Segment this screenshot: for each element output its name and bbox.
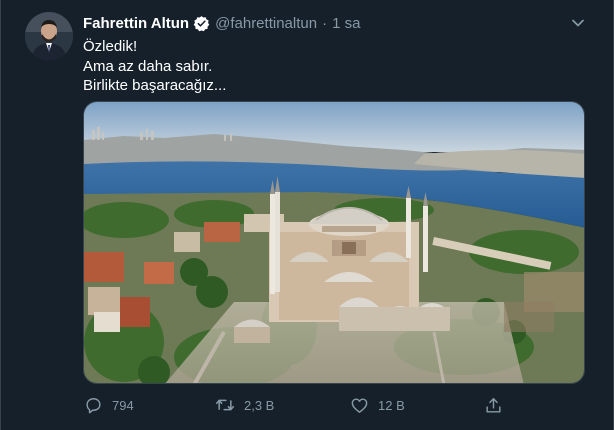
retweet-icon — [215, 395, 235, 415]
chevron-down-icon[interactable] — [569, 14, 587, 32]
hagia-sophia-aerial-photo — [84, 102, 584, 383]
tweet-text-line: Birlikte başaracağız... — [83, 77, 227, 94]
tweet-media-photo[interactable] — [83, 101, 585, 384]
reply-button[interactable]: 794 — [83, 394, 134, 416]
tweet-text-line: Özledik! — [83, 38, 138, 55]
like-count: 12 B — [378, 397, 405, 413]
tweet-text: Özledik! Ama az daha sabır. Birlikte baş… — [83, 37, 583, 96]
tweet-timestamp[interactable]: 1 sa — [332, 15, 360, 32]
tweet-header: Fahrettin Altun @fahrettinaltun · 1 sa — [83, 13, 360, 33]
tweet-text-line: Ama az daha sabır. — [83, 57, 213, 75]
separator-dot: · — [322, 14, 328, 32]
author-handle[interactable]: @fahrettinaltun — [215, 15, 317, 32]
like-button[interactable]: 12 B — [349, 394, 405, 416]
avatar[interactable] — [25, 12, 73, 60]
avatar-photo — [25, 12, 73, 60]
retweet-button[interactable]: 2,3 B — [215, 394, 274, 416]
tweet-actions: 794 2,3 B 12 B — [83, 394, 513, 416]
reply-count: 794 — [112, 397, 134, 413]
verified-badge-icon — [193, 15, 210, 32]
retweet-count: 2,3 B — [244, 397, 275, 413]
reply-icon — [83, 395, 103, 415]
tweet-container[interactable]: Fahrettin Altun @fahrettinaltun · 1 sa Ö… — [0, 0, 614, 430]
author-name[interactable]: Fahrettin Altun — [83, 15, 189, 32]
share-button[interactable] — [483, 394, 503, 416]
like-icon — [349, 395, 369, 415]
share-icon — [483, 395, 503, 415]
